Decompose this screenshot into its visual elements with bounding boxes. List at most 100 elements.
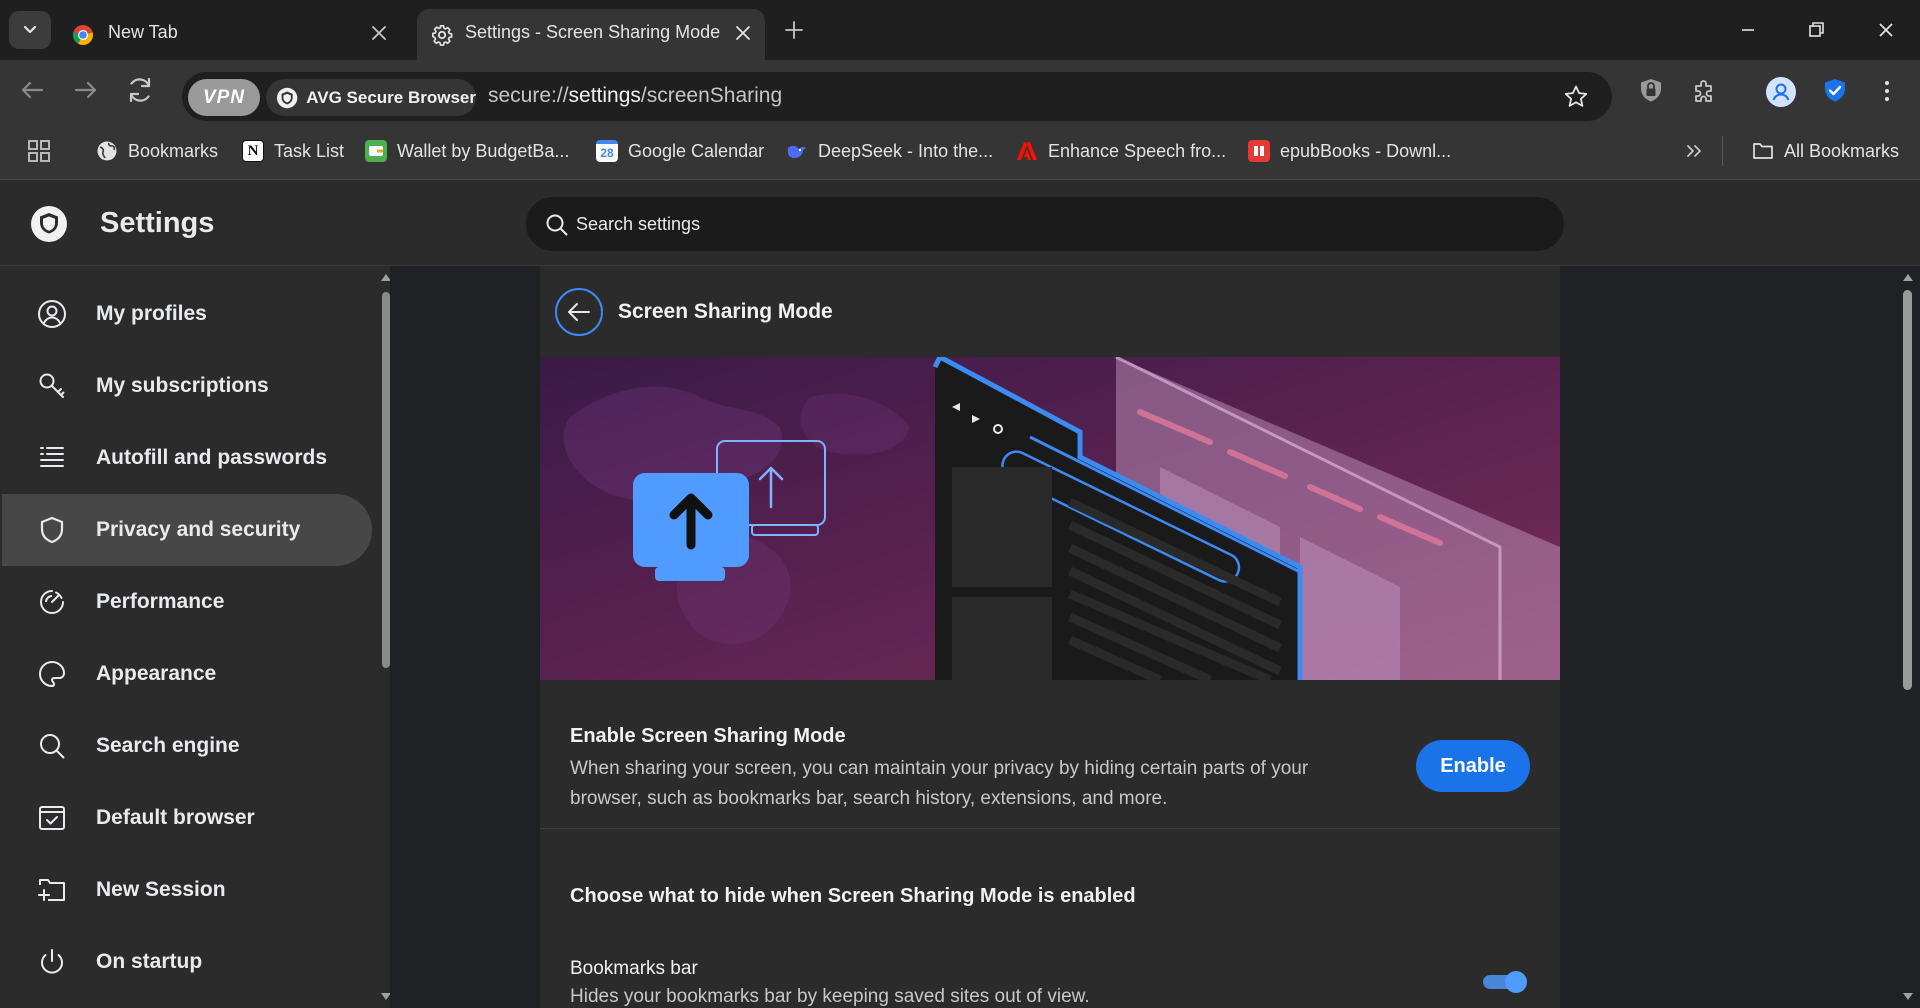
close-window-icon[interactable] (1872, 16, 1900, 44)
sidebar-item-my-subscriptions[interactable]: My subscriptions (2, 350, 372, 422)
notion-icon: N (242, 140, 264, 162)
privacy-shield-icon[interactable] (1636, 76, 1666, 106)
chevron-down-icon (23, 25, 37, 34)
sidebar: My profiles My subscriptions Autofill an… (0, 266, 391, 1008)
toggle-knob (1505, 971, 1527, 993)
back-button[interactable] (555, 288, 603, 336)
sidebar-item-privacy-security[interactable]: Privacy and security (2, 494, 372, 566)
screen-sharing-card: Screen Sharing Mode Enable Screen Sharin… (540, 266, 1560, 1008)
adobe-icon (1016, 140, 1038, 162)
settings-search[interactable] (526, 197, 1564, 251)
sidebar-item-label: New Session (96, 878, 226, 901)
sidebar-item-search-engine[interactable]: Search engine (2, 710, 372, 782)
bookmarks-bar: Bookmarks N Task List Wallet by BudgetBa… (0, 122, 1920, 180)
section-divider (540, 828, 1560, 829)
sidebar-item-label: Autofill and passwords (96, 446, 328, 469)
forward-arrow-icon[interactable] (70, 74, 102, 106)
vpn-label: VPN (202, 86, 246, 108)
search-icon (546, 214, 568, 236)
power-icon (41, 949, 63, 974)
bookmarks-divider (1722, 136, 1723, 166)
chrome-icon (73, 25, 93, 45)
url-text[interactable]: secure://settings/screenSharing (488, 84, 782, 108)
search-icon (40, 734, 65, 759)
enable-button[interactable]: Enable (1416, 740, 1530, 792)
bookmark-item[interactable]: 28 Google Calendar (596, 137, 764, 165)
epubbooks-icon (1248, 140, 1270, 162)
globe-icon (96, 140, 118, 162)
scroll-up-arrow-icon[interactable] (1902, 272, 1914, 282)
bookmark-label: Wallet by BudgetBa... (397, 140, 570, 161)
palette-icon (39, 661, 65, 687)
tab-settings[interactable]: Settings - Screen Sharing Mode (417, 9, 765, 60)
profile-avatar[interactable] (1766, 77, 1796, 107)
sidebar-item-label: My profiles (96, 302, 207, 325)
subpage-title: Screen Sharing Mode (618, 300, 833, 323)
bookmark-label: epubBooks - Downl... (1280, 140, 1452, 161)
secure-browser-badge[interactable]: AVG Secure Browser (266, 79, 476, 116)
apps-grid-icon[interactable] (26, 138, 52, 164)
address-bar[interactable]: VPN AVG Secure Browser secure://settings… (182, 72, 1612, 121)
sidebar-item-default-browser[interactable]: Default browser (2, 782, 372, 854)
sidebar-scrollbar-thumb[interactable] (382, 292, 390, 668)
close-icon[interactable] (368, 22, 390, 44)
bookmark-star-icon[interactable] (1562, 83, 1590, 111)
sidebar-item-appearance[interactable]: Appearance (2, 638, 372, 710)
tab-search-button[interactable] (9, 11, 51, 49)
bookmark-item[interactable]: Wallet by BudgetBa... (365, 137, 569, 165)
sidebar-item-label: My subscriptions (96, 374, 269, 397)
bookmark-label: Google Calendar (628, 140, 765, 161)
bookmarks-bar-row-description: Hides your bookmarks bar by keeping save… (570, 986, 1090, 1007)
browser-window-icon (39, 806, 65, 830)
url-scheme: secure:// (488, 84, 569, 107)
sidebar-item-autofill[interactable]: Autofill and passwords (2, 422, 372, 494)
wallet-icon (365, 140, 387, 162)
bookmark-item[interactable]: DeepSeek - Into the... (786, 137, 993, 165)
sidebar-item-label: Search engine (96, 734, 240, 757)
avg-shield-icon (276, 87, 298, 108)
speedometer-icon (40, 590, 64, 614)
extensions-puzzle-icon[interactable] (1690, 76, 1720, 106)
all-bookmarks-button[interactable]: All Bookmarks (1752, 137, 1899, 165)
sidebar-item-label: Performance (96, 590, 225, 613)
sidebar-item-label: Privacy and security (96, 518, 301, 541)
sidebar-item-on-startup[interactable]: On startup (2, 926, 372, 998)
bookmark-label: Enhance Speech fro... (1048, 140, 1227, 161)
sidebar-item-new-session[interactable]: New Session (2, 854, 372, 926)
all-bookmarks-label: All Bookmarks (1784, 140, 1900, 161)
search-input[interactable] (576, 211, 1476, 237)
bookmark-item[interactable]: epubBooks - Downl... (1248, 137, 1451, 165)
screen-sharing-illustration (540, 357, 1560, 680)
bookmark-label: DeepSeek - Into the... (818, 140, 994, 161)
antivirus-shield-icon[interactable] (1820, 76, 1850, 106)
restore-icon[interactable] (1802, 16, 1830, 44)
tab-strip: New Tab Settings - Screen Sharing Mode (0, 0, 1920, 60)
section-title: Choose what to hide when Screen Sharing … (570, 885, 1136, 907)
scroll-down-arrow-icon[interactable] (1902, 992, 1914, 1002)
main-content: Screen Sharing Mode Enable Screen Sharin… (390, 266, 1913, 1008)
sidebar-item-label: Appearance (96, 662, 217, 685)
close-icon[interactable] (732, 22, 754, 44)
sidebar-item-performance[interactable]: Performance (2, 566, 372, 638)
bookmarks-bar-toggle[interactable] (1481, 971, 1529, 993)
sidebar-item-my-profiles[interactable]: My profiles (2, 278, 372, 350)
bookmark-label: Task List (274, 140, 345, 161)
new-tab-icon[interactable] (781, 17, 807, 43)
vpn-button[interactable]: VPN (188, 79, 260, 116)
bookmarks-bar-row-title: Bookmarks bar (570, 958, 698, 979)
url-host: settings (568, 84, 641, 107)
main-scrollbar-thumb[interactable] (1903, 290, 1912, 690)
bookmark-item[interactable]: N Task List (242, 137, 344, 165)
back-arrow-icon[interactable] (16, 74, 48, 106)
toolbar: VPN AVG Secure Browser secure://settings… (0, 60, 1920, 122)
bookmark-item[interactable]: Bookmarks (96, 137, 218, 165)
minimize-icon[interactable] (1734, 16, 1762, 44)
more-menu-icon[interactable] (1872, 76, 1902, 106)
chevron-double-right-icon[interactable] (1682, 139, 1706, 163)
reload-icon[interactable] (124, 74, 156, 106)
sidebar-item-label: On startup (96, 950, 203, 973)
tab-new-tab[interactable]: New Tab (60, 9, 405, 60)
url-path: /screenSharing (640, 84, 783, 107)
gear-icon (432, 25, 453, 46)
bookmark-item[interactable]: Enhance Speech fro... (1016, 137, 1226, 165)
